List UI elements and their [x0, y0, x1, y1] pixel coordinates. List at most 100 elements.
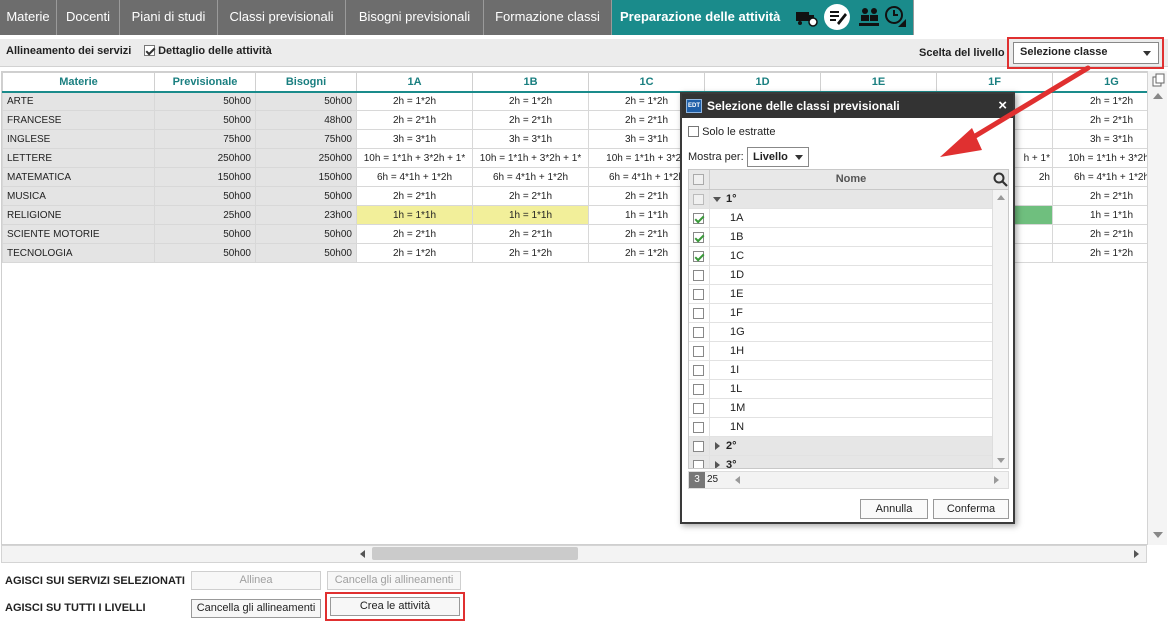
table-cell[interactable]: 50h00	[154, 91, 256, 111]
table-cell[interactable]: 2h = 1*2h	[472, 243, 589, 263]
scroll-up-icon[interactable]	[997, 195, 1005, 200]
table-cell[interactable]: 50h00	[255, 186, 357, 206]
table-cell[interactable]: 50h00	[154, 243, 256, 263]
class-checkbox[interactable]	[693, 289, 704, 300]
list-item[interactable]: 1B	[689, 228, 992, 247]
list-item[interactable]: 1D	[689, 266, 992, 285]
clock-chart-icon[interactable]	[884, 5, 908, 29]
table-cell[interactable]: TECNOLOGIA	[2, 243, 155, 263]
table-cell[interactable]: 2h = 1*2h	[1052, 243, 1147, 263]
list-item[interactable]: 1L	[689, 380, 992, 399]
table-cell[interactable]: 50h00	[154, 110, 256, 130]
table-cell[interactable]: FRANCESE	[2, 110, 155, 130]
close-icon[interactable]: ×	[998, 94, 1007, 118]
table-cell[interactable]: 50h00	[255, 91, 357, 111]
cancella-allineamenti-selezionati-button[interactable]: Cancella gli allineamenti	[327, 571, 461, 590]
class-checkbox[interactable]	[693, 232, 704, 243]
list-item[interactable]: 3°	[689, 456, 992, 468]
table-cell[interactable]: 2h = 1*2h	[356, 243, 473, 263]
class-checkbox[interactable]	[693, 270, 704, 281]
scroll-right-icon[interactable]	[994, 476, 999, 484]
table-cell[interactable]: 48h00	[255, 110, 357, 130]
table-cell[interactable]: 3h = 3*1h	[1052, 129, 1147, 149]
table-cell[interactable]: 6h = 4*1h + 1*2h	[472, 167, 589, 187]
table-cell[interactable]: 75h00	[154, 129, 256, 149]
column-header[interactable]: Materie	[2, 72, 155, 93]
scrollbar-thumb[interactable]	[372, 547, 578, 560]
solo-estratte-toggle[interactable]: Solo le estratte	[688, 126, 775, 138]
table-cell[interactable]: 150h00	[255, 167, 357, 187]
table-cell[interactable]: 25h00	[154, 205, 256, 225]
scroll-left-icon[interactable]	[735, 476, 740, 484]
expand-icon[interactable]	[715, 461, 720, 468]
table-cell[interactable]: 50h00	[154, 224, 256, 244]
expand-icon[interactable]	[715, 442, 720, 450]
list-item[interactable]: 1N	[689, 418, 992, 437]
table-cell[interactable]: 75h00	[255, 129, 357, 149]
table-cell[interactable]: 2h = 2*1h	[1052, 224, 1147, 244]
copy-icon[interactable]	[1152, 73, 1165, 87]
table-cell[interactable]: 2h = 2*1h	[472, 224, 589, 244]
scroll-up-icon[interactable]	[1153, 93, 1163, 99]
cancella-allineamenti-button[interactable]: Cancella gli allineamenti	[191, 599, 321, 618]
class-checkbox[interactable]	[693, 365, 704, 376]
class-checkbox[interactable]	[693, 422, 704, 433]
nome-column-header[interactable]: Nome	[709, 170, 992, 189]
collapse-icon[interactable]	[713, 197, 721, 202]
table-cell[interactable]: 2h = 2*1h	[356, 186, 473, 206]
class-checkbox[interactable]	[693, 384, 704, 395]
table-cell[interactable]: 1h = 1*1h	[1052, 205, 1147, 225]
list-item[interactable]: 1I	[689, 361, 992, 380]
class-checkbox[interactable]	[693, 441, 704, 452]
list-item[interactable]: 1G	[689, 323, 992, 342]
list-item[interactable]: 1C	[689, 247, 992, 266]
table-cell[interactable]: 2h = 1*2h	[356, 91, 473, 111]
tab-bisogni-previsionali[interactable]: Bisogni previsionali	[346, 0, 484, 35]
annulla-button[interactable]: Annulla	[860, 499, 928, 519]
table-cell[interactable]: 10h = 1*1h + 3*2h + 1*	[356, 148, 473, 168]
table-cell[interactable]: 10h = 1*1h + 3*2h -	[1052, 148, 1147, 168]
table-cell[interactable]: 2h = 1*2h	[472, 91, 589, 111]
list-item[interactable]: 1A	[689, 209, 992, 228]
list-scrollbar[interactable]	[992, 190, 1008, 468]
truck-clock-icon[interactable]	[794, 5, 818, 29]
scroll-left-icon[interactable]	[360, 550, 365, 558]
class-checkbox[interactable]	[693, 251, 704, 262]
list-item[interactable]: 1H	[689, 342, 992, 361]
list-item[interactable]: 1M	[689, 399, 992, 418]
class-checkbox[interactable]	[693, 403, 704, 414]
table-cell[interactable]: 2h = 2*1h	[472, 110, 589, 130]
list-item[interactable]: 1°	[689, 190, 992, 209]
column-header[interactable]: Bisogni	[255, 72, 357, 93]
table-cell[interactable]: 150h00	[154, 167, 256, 187]
allinea-button[interactable]: Allinea	[191, 571, 321, 590]
table-cell[interactable]: 6h = 4*1h + 1*2h	[1052, 167, 1147, 187]
table-cell[interactable]: SCIENTE MOTORIE	[2, 224, 155, 244]
column-header[interactable]: 1C	[588, 72, 705, 93]
table-cell[interactable]: 1h = 1*1h	[472, 205, 589, 225]
dettaglio-checkbox[interactable]	[144, 45, 155, 56]
table-cell[interactable]: 3h = 3*1h	[472, 129, 589, 149]
table-cell[interactable]: LETTERE	[2, 148, 155, 168]
table-cell[interactable]: 3h = 3*1h	[356, 129, 473, 149]
list-item[interactable]: 2°	[689, 437, 992, 456]
table-cell[interactable]: MUSICA	[2, 186, 155, 206]
table-cell[interactable]: 2h = 2*1h	[1052, 186, 1147, 206]
table-cell[interactable]: 250h00	[154, 148, 256, 168]
solo-estratte-checkbox[interactable]	[688, 126, 699, 137]
table-cell[interactable]: 2h = 2*1h	[356, 224, 473, 244]
column-header[interactable]: 1D	[704, 72, 821, 93]
table-cell[interactable]: 10h = 1*1h + 3*2h + 1*	[472, 148, 589, 168]
class-checkbox[interactable]	[693, 346, 704, 357]
select-all-checkbox[interactable]	[693, 174, 704, 185]
table-cell[interactable]: 50h00	[255, 224, 357, 244]
class-checkbox[interactable]	[693, 194, 704, 205]
list-item[interactable]: 1F	[689, 304, 992, 323]
table-cell[interactable]: ARTE	[2, 91, 155, 111]
column-header[interactable]: 1B	[472, 72, 589, 93]
tab-docenti[interactable]: Docenti	[57, 0, 120, 35]
tab-formazione-classi[interactable]: Formazione classi	[484, 0, 612, 35]
class-checkbox[interactable]	[693, 327, 704, 338]
table-cell[interactable]: 50h00	[255, 243, 357, 263]
conferma-button[interactable]: Conferma	[933, 499, 1009, 519]
